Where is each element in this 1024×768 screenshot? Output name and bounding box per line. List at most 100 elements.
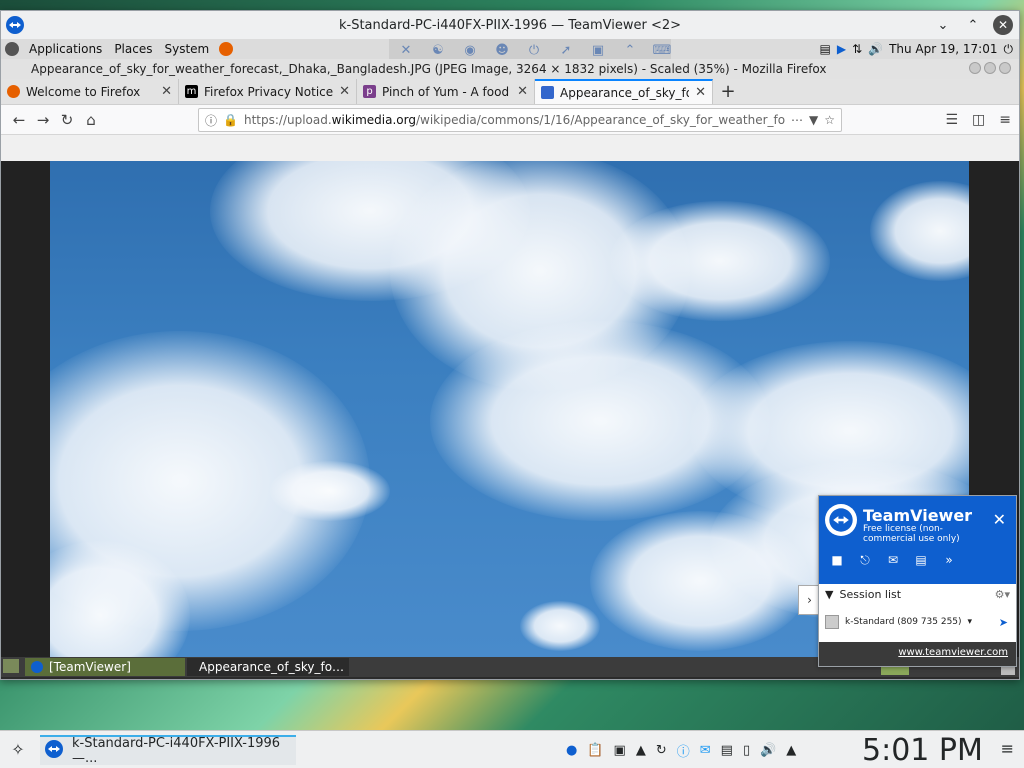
teamviewer-window: k-Standard-PC-i440FX-PIIX-1996 — TeamVie…	[0, 10, 1020, 680]
teamviewer-panel: TeamViewer Free license (non-commercial …	[818, 495, 1017, 667]
teamviewer-tray-icon[interactable]: ▶	[837, 42, 846, 56]
back-arrow-icon[interactable]: ←	[7, 108, 31, 132]
apps-menu-icon[interactable]	[5, 42, 19, 56]
files-icon[interactable]: ▤	[913, 552, 929, 568]
firefox-titlebar[interactable]: Appearance_of_sky_for_weather_forecast,_…	[1, 59, 1019, 79]
firefox-launcher-icon[interactable]	[219, 42, 234, 56]
maximize-chevron-up-icon[interactable]: ⌃	[963, 15, 983, 35]
teamviewer-brand: TeamViewer	[863, 506, 973, 525]
hamburger-menu-icon[interactable]: ≡	[999, 112, 1011, 128]
new-tab-button[interactable]: +	[713, 79, 743, 104]
pointer-icon[interactable]: ➤	[999, 616, 1008, 629]
view-icon[interactable]: ◉	[461, 42, 479, 58]
info-icon[interactable]: ⓘ	[205, 112, 217, 129]
teamviewer-website-link[interactable]: www.teamviewer.com	[898, 647, 1008, 658]
more-icon[interactable]: »	[941, 552, 957, 568]
menu-system[interactable]: System	[162, 42, 211, 56]
usb-icon[interactable]: ▯	[743, 743, 750, 758]
network-icon[interactable]: ⇅	[852, 42, 862, 56]
panel-collapse-chevron-icon[interactable]: ›	[798, 585, 820, 615]
taskbar-item-firefox[interactable]: Appearance_of_sky_fo…	[187, 658, 349, 676]
expand-triangle-icon[interactable]: ▼	[825, 588, 833, 601]
library-icon[interactable]: ☰	[945, 112, 958, 128]
headset-icon[interactable]: ⎋	[857, 552, 873, 568]
wikimedia-icon	[541, 86, 554, 99]
notifications-icon[interactable]: ✉	[700, 743, 711, 758]
close-tab-icon[interactable]: ✕	[161, 84, 172, 99]
sidebar-icon[interactable]: ◫	[972, 112, 985, 128]
taskbar-label: Appearance_of_sky_fo…	[199, 660, 345, 674]
power-menu-icon[interactable]: ⏻	[1004, 42, 1014, 57]
updates-icon[interactable]: ▲	[636, 743, 646, 758]
taskbar-item-teamviewer-window[interactable]: k-Standard-PC-i440FX-PIIX-1996 —...	[40, 735, 296, 766]
app-launcher-icon[interactable]: ✧	[0, 731, 36, 768]
tab-label: Appearance_of_sky_for	[560, 85, 690, 100]
lock-icon: 🔒	[223, 113, 238, 127]
mozilla-m-icon: m	[185, 85, 198, 98]
taskbar-item-teamviewer[interactable]: [TeamViewer]	[25, 658, 185, 676]
expand-tray-icon[interactable]: ▲	[786, 743, 796, 758]
tab-appearance-of-sky[interactable]: Appearance_of_sky_for ✕	[535, 79, 713, 104]
communicate-icon[interactable]: ☻	[493, 42, 511, 58]
firefox-icon	[7, 85, 20, 98]
tab-pinch-of-yum[interactable]: p Pinch of Yum - A food bl ✕	[357, 79, 535, 104]
teamviewer-titlebar[interactable]: k-Standard-PC-i440FX-PIIX-1996 — TeamVie…	[1, 11, 1019, 39]
tab-privacy[interactable]: m Firefox Privacy Notice — ✕	[179, 79, 357, 104]
session-name: k-Standard (809 735 255)	[845, 617, 962, 627]
video-icon[interactable]: ■	[829, 552, 845, 568]
close-button[interactable]	[999, 62, 1011, 74]
pocket-icon[interactable]: ▼	[809, 113, 818, 127]
keyboard-icon[interactable]: ⌨	[653, 42, 672, 58]
volume-icon[interactable]: 🔊	[760, 743, 776, 758]
close-session-icon[interactable]: ✕	[397, 42, 415, 58]
remote-clock[interactable]: Thu Apr 19, 17:01	[889, 42, 997, 56]
close-tab-icon[interactable]: ✕	[339, 84, 350, 99]
clock[interactable]: 5:01 PM	[862, 733, 983, 768]
forward-arrow-icon[interactable]: →	[31, 108, 55, 132]
minimize-button[interactable]	[969, 62, 981, 74]
url-bar[interactable]: ⓘ 🔒 https://upload.wikimedia.org/wikiped…	[198, 108, 842, 132]
home-icon[interactable]: ⌂	[79, 108, 103, 132]
minimize-chevron-down-icon[interactable]: ⌄	[933, 15, 953, 35]
session-row[interactable]: k-Standard (809 735 255) ▾	[825, 615, 972, 629]
workspace-icon[interactable]: ▤	[819, 42, 830, 56]
panel-menu-icon[interactable]: ≡	[1001, 739, 1014, 758]
power-icon[interactable]: ⏻	[525, 42, 543, 58]
tab-strip: Welcome to Firefox ✕ m Firefox Privacy N…	[1, 79, 1019, 105]
close-tab-icon[interactable]: ✕	[695, 85, 706, 100]
network-icon[interactable]: ▤	[721, 743, 733, 758]
tab-label: Pinch of Yum - A food bl	[382, 84, 512, 99]
gear-icon[interactable]: ⚙▾	[995, 588, 1010, 601]
show-desktop-icon[interactable]	[3, 659, 19, 673]
sync-icon[interactable]: ↻	[656, 743, 667, 758]
screenshot-icon[interactable]: ▣	[614, 743, 626, 758]
volume-icon[interactable]: 🔊	[868, 42, 883, 56]
tab-welcome[interactable]: Welcome to Firefox ✕	[1, 79, 179, 104]
page-actions-icon[interactable]: ⋯	[791, 113, 803, 127]
menu-places[interactable]: Places	[112, 42, 154, 56]
close-panel-icon[interactable]: ✕	[993, 510, 1006, 529]
pointer-icon[interactable]: ➚	[557, 42, 575, 58]
teamviewer-remote-toolbar: ✕ ☯ ◉ ☻ ⏻ ➚ ▣ ⌃ ⌨	[389, 39, 671, 61]
url-text[interactable]: https://upload.wikimedia.org/wikipedia/c…	[244, 113, 785, 127]
session-dropdown-icon[interactable]: ▾	[968, 617, 973, 627]
teamviewer-panel-header: TeamViewer Free license (non-commercial …	[819, 496, 1016, 584]
reload-icon[interactable]: ↻	[55, 108, 79, 132]
navigation-toolbar: ← → ↻ ⌂ ⓘ 🔒 https://upload.wikimedia.org…	[1, 105, 1019, 135]
teamviewer-logo-icon	[825, 504, 857, 536]
maximize-button[interactable]	[984, 62, 996, 74]
chat-icon[interactable]: ✉	[885, 552, 901, 568]
window-title: k-Standard-PC-i440FX-PIIX-1996 — TeamVie…	[338, 17, 682, 33]
collapse-up-icon[interactable]: ⌃	[621, 42, 639, 58]
tab-label: Welcome to Firefox	[26, 84, 141, 99]
close-window-button[interactable]: ✕	[993, 15, 1013, 35]
windows-icon[interactable]: ▣	[589, 42, 607, 58]
close-tab-icon[interactable]: ✕	[517, 84, 528, 99]
clipboard-icon[interactable]: 📋	[587, 743, 603, 758]
teamviewer-tray-icon[interactable]: ●	[566, 743, 577, 758]
info-icon[interactable]: ⓘ	[677, 741, 690, 760]
actions-icon[interactable]: ☯	[429, 42, 447, 58]
menu-applications[interactable]: Applications	[27, 42, 104, 56]
bookmark-star-icon[interactable]: ☆	[824, 113, 835, 127]
teamviewer-icon	[44, 739, 64, 763]
